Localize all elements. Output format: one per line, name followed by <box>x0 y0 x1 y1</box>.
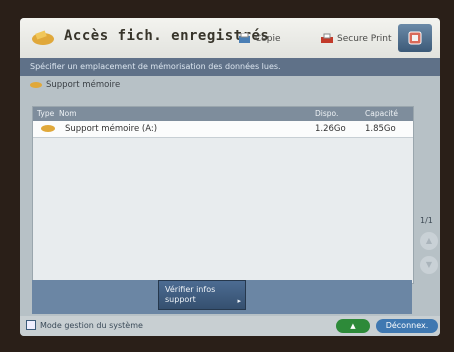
table-row[interactable]: Support mémoire (A:) 1.26Go 1.85Go <box>33 121 413 138</box>
col-name: Nom <box>59 109 77 118</box>
menu-icon <box>408 31 422 45</box>
list-header: Type Nom Dispo. Capacité <box>33 107 413 121</box>
menu-button[interactable] <box>398 24 432 52</box>
scroll-up-icon: ▲ <box>425 236 433 245</box>
secure-print-icon <box>321 33 333 43</box>
verify-label-line2: support <box>165 295 196 304</box>
title-bar: Accès fich. enregistrés Copie Secure Pri… <box>20 18 440 58</box>
system-mode-button[interactable]: Mode gestion du système <box>26 320 143 330</box>
row-name: Support mémoire (A:) <box>65 124 158 134</box>
location-label: Support mémoire <box>30 80 120 90</box>
arrow-right-icon: ▸ <box>237 297 241 305</box>
row-capacity: 1.85Go <box>365 124 396 134</box>
page-indicator: 1/1 <box>420 216 433 225</box>
touch-screen: Accès fich. enregistrés Copie Secure Pri… <box>20 18 440 336</box>
system-mode-label: Mode gestion du système <box>40 320 143 330</box>
tab-secure-print[interactable]: Secure Print <box>320 30 392 48</box>
action-bar: Vérifier infos support ▸ <box>32 280 412 314</box>
tab-secure-print-label: Secure Print <box>337 34 392 44</box>
logout-button[interactable]: Déconnex. <box>376 319 438 333</box>
copy-icon <box>239 33 250 43</box>
scroll-down-icon: ▼ <box>425 260 433 269</box>
status-bar: Mode gestion du système ▲ Déconnex. <box>20 316 440 336</box>
row-available: 1.26Go <box>315 124 346 134</box>
logout-label: Déconnex. <box>385 321 429 330</box>
scroll-up-button[interactable]: ▲ <box>420 232 438 250</box>
memory-media-icon <box>41 125 55 132</box>
up-button[interactable]: ▲ <box>336 319 370 333</box>
location-text: Support mémoire <box>46 80 121 90</box>
instruction-bar: Spécifier un emplacement de mémorisation… <box>20 58 440 76</box>
file-list: Type Nom Dispo. Capacité Support mémoire… <box>32 106 414 284</box>
col-available: Dispo. <box>315 109 339 118</box>
system-mode-icon <box>26 320 36 330</box>
memory-media-icon <box>32 30 54 45</box>
tab-copy[interactable]: Copie <box>238 30 281 48</box>
memory-media-icon <box>30 82 42 88</box>
scroll-down-button[interactable]: ▼ <box>420 256 438 274</box>
col-type: Type <box>37 109 55 118</box>
col-capacity: Capacité <box>365 109 398 118</box>
verify-media-info-button[interactable]: Vérifier infos support ▸ <box>158 280 246 310</box>
tab-copy-label: Copie <box>255 34 281 44</box>
verify-label-line1: Vérifier infos <box>165 285 216 294</box>
